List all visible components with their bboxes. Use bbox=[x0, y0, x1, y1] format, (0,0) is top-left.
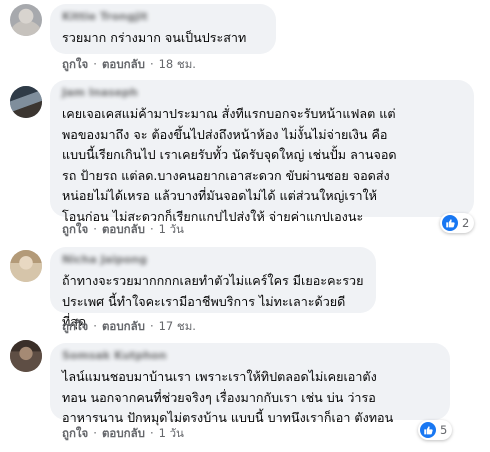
comment-timestamp[interactable]: 1 วัน bbox=[159, 425, 184, 443]
comment-actions: ถูกใจ · ตอบกลับ · 18 ชม. bbox=[62, 56, 196, 74]
reaction-count[interactable]: 5 bbox=[418, 420, 453, 440]
separator-dot: · bbox=[149, 426, 154, 440]
reaction-count-value: 5 bbox=[440, 423, 448, 437]
thumbs-up-icon bbox=[442, 215, 458, 231]
separator-dot: · bbox=[93, 57, 97, 71]
avatar[interactable] bbox=[10, 250, 42, 282]
comment-bubble: Kittie Trongjit รวยมาก กร่างมาก จนเป็นปร… bbox=[50, 4, 276, 54]
reply-button[interactable]: ตอบกลับ bbox=[102, 56, 145, 74]
reply-button[interactable]: ตอบกลับ bbox=[102, 425, 145, 443]
like-button[interactable]: ถูกใจ bbox=[62, 318, 88, 336]
separator-dot: · bbox=[93, 222, 97, 236]
separator-dot: · bbox=[93, 319, 97, 333]
reply-button[interactable]: ตอบกลับ bbox=[102, 318, 145, 336]
comment-author[interactable]: Somsak Kutphon bbox=[62, 349, 438, 363]
comment-author[interactable]: Jam Inaseph bbox=[62, 86, 462, 100]
comment-author[interactable]: Kittie Trongjit bbox=[62, 10, 264, 24]
comment-bubble: Jam Inaseph เคยเจอเคสแม่ค้ามาประมาณ สั่ง… bbox=[50, 80, 474, 224]
like-button[interactable]: ถูกใจ bbox=[62, 221, 88, 239]
comment-bubble: Somsak Kutphon ไลน์แมนชอบมาบ้านเรา เพราะ… bbox=[50, 343, 450, 425]
comment-actions: ถูกใจ · ตอบกลับ · 1 วัน bbox=[62, 425, 184, 443]
comment-timestamp[interactable]: 17 ชม. bbox=[159, 318, 196, 336]
separator-dot: · bbox=[93, 426, 97, 440]
comment-bubble: Nicha Jaipong ถ้าทางจะรวยมากกกกเลยทำตัวไ… bbox=[50, 247, 376, 329]
separator-dot: · bbox=[149, 57, 154, 71]
like-button[interactable]: ถูกใจ bbox=[62, 56, 88, 74]
comment-actions: ถูกใจ · ตอบกลับ · 1 วัน bbox=[62, 221, 184, 239]
comment-text: รวยมาก กร่างมาก จนเป็นประสาท bbox=[62, 30, 247, 45]
like-button[interactable]: ถูกใจ bbox=[62, 425, 88, 443]
separator-dot: · bbox=[149, 222, 154, 236]
reply-button[interactable]: ตอบกลับ bbox=[102, 221, 145, 239]
comment-text: ไลน์แมนชอบมาบ้านเรา เพราะเราให้ทิปตลอดไม… bbox=[62, 369, 394, 425]
reaction-count-value: 2 bbox=[462, 216, 470, 230]
comment-actions: ถูกใจ · ตอบกลับ · 17 ชม. bbox=[62, 318, 196, 336]
avatar[interactable] bbox=[10, 4, 42, 36]
avatar[interactable] bbox=[10, 340, 42, 372]
comment-author[interactable]: Nicha Jaipong bbox=[62, 253, 364, 267]
comment-text: เคยเจอเคสแม่ค้ามาประมาณ สั่งทีแรกบอกจะรั… bbox=[62, 106, 397, 224]
separator-dot: · bbox=[149, 319, 154, 333]
avatar[interactable] bbox=[10, 86, 42, 118]
comment-timestamp[interactable]: 18 ชม. bbox=[159, 56, 196, 74]
comment-timestamp[interactable]: 1 วัน bbox=[159, 221, 184, 239]
reaction-count[interactable]: 2 bbox=[440, 213, 475, 233]
thumbs-up-icon bbox=[420, 422, 436, 438]
